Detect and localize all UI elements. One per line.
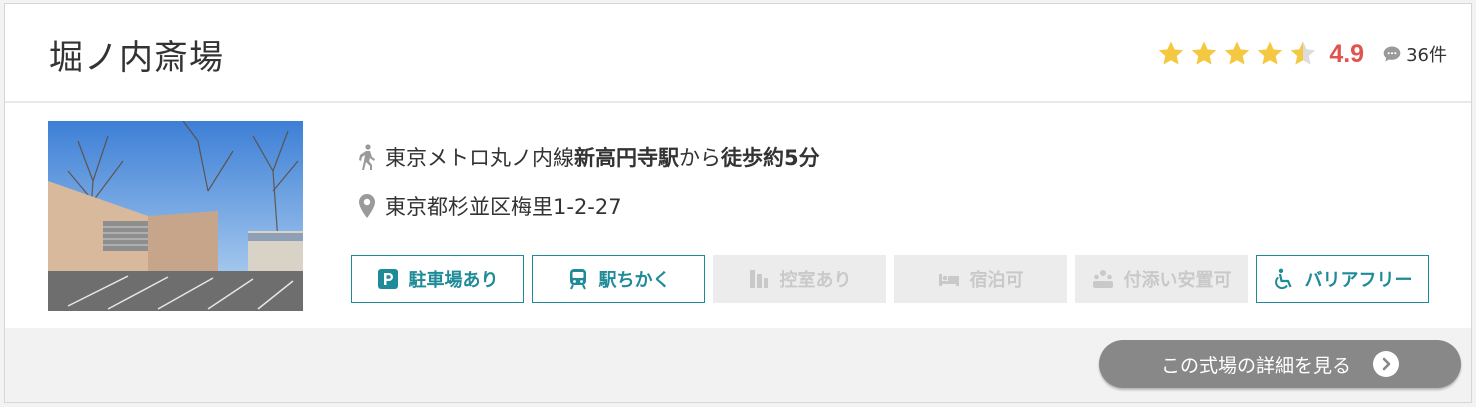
feature-label: 駅ちかく [598, 270, 671, 291]
feature-waiting-room: 控室あり [713, 255, 886, 303]
star-half-icon [1291, 41, 1316, 65]
waiting-room-icon [749, 270, 768, 288]
feature-tags: 駐車場あり 駅ちかく 控室あり 宿泊可 付添い安置可 バリアフリー [351, 255, 1437, 303]
chevron-right-icon [1373, 351, 1399, 377]
bed-icon [938, 274, 959, 286]
feature-attendant: 付添い安置可 [1075, 255, 1248, 303]
feature-stay: 宿泊可 [894, 255, 1067, 303]
hall-photo[interactable] [48, 121, 303, 311]
star-icon [1258, 41, 1283, 65]
review-count[interactable]: 36件 [1406, 41, 1447, 67]
card-header: 堀ノ内斎場 4.9 36件 [5, 4, 1471, 103]
location-pin-icon [359, 194, 375, 218]
rating: 4.9 36件 [1156, 39, 1447, 69]
feature-label: 付添い安置可 [1123, 270, 1232, 291]
star-icon [1159, 41, 1184, 65]
star-icon [1192, 41, 1217, 65]
train-icon [569, 269, 586, 290]
view-details-button[interactable]: この式場の詳細を見る [1099, 340, 1461, 388]
access-line: 東京メトロ丸ノ内線 新高円寺駅 から 徒歩約5分 [355, 141, 820, 173]
access-from: から [679, 146, 721, 170]
feature-station: 駅ちかく [532, 255, 705, 303]
feature-label: 控室あり [779, 270, 852, 291]
feature-label: 宿泊可 [969, 270, 1024, 291]
hall-card: 堀ノ内斎場 4.9 36件 東京メトロ丸ノ内線 新高円寺駅 から 徒歩約5分 東… [4, 3, 1472, 403]
feature-parking: 駐車場あり [351, 255, 524, 303]
feature-label: バリアフリー [1304, 270, 1413, 291]
hall-info: 東京メトロ丸ノ内線 新高円寺駅 から 徒歩約5分 東京都杉並区梅里1-2-27 [355, 141, 820, 239]
hall-photo-image [48, 121, 303, 311]
star-rating [1156, 39, 1321, 69]
hall-name[interactable]: 堀ノ内斎場 [49, 30, 224, 79]
view-details-label: この式場の詳細を見る [1160, 354, 1351, 377]
feature-label: 駐車場あり [408, 270, 499, 291]
feature-barrier-free: バリアフリー [1256, 255, 1429, 303]
people-icon [1092, 270, 1113, 288]
wheelchair-icon [1274, 268, 1292, 290]
address-line: 東京都杉並区梅里1-2-27 [355, 190, 820, 222]
rating-score: 4.9 [1329, 39, 1365, 68]
address: 東京都杉並区梅里1-2-27 [385, 195, 622, 219]
star-icon [1225, 41, 1250, 65]
access-walk-time: 徒歩約5分 [721, 146, 820, 170]
card-footer: この式場の詳細を見る [5, 328, 1471, 402]
card-body: 東京メトロ丸ノ内線 新高円寺駅 から 徒歩約5分 東京都杉並区梅里1-2-27 [5, 103, 1471, 330]
comment-icon [1383, 46, 1401, 62]
parking-icon [377, 269, 398, 289]
walking-icon [359, 144, 375, 170]
access-station: 新高円寺駅 [574, 146, 679, 170]
access-line-name: 東京メトロ丸ノ内線 [385, 146, 574, 170]
